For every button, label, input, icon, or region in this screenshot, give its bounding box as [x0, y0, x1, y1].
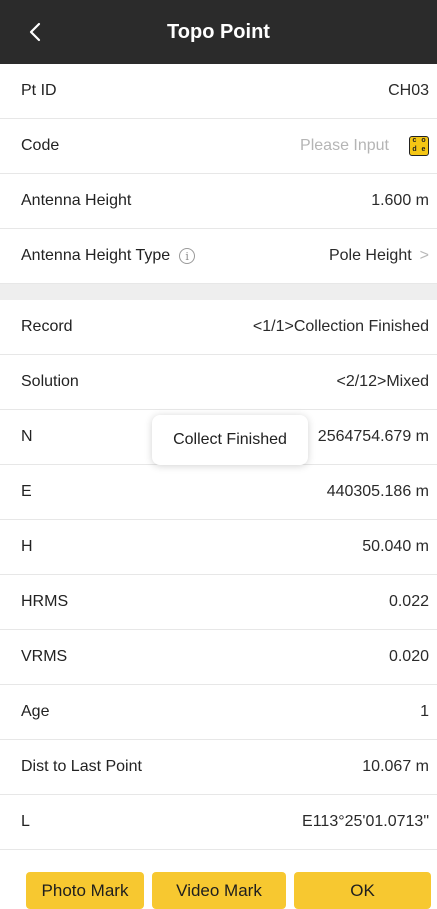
antenna-height-type-row[interactable]: Antenna Height Type i Pole Height > — [0, 229, 437, 284]
chevron-right-icon: > — [419, 247, 429, 264]
solution-value: <2/12>Mixed — [336, 373, 429, 390]
photo-mark-button[interactable]: Photo Mark — [26, 872, 144, 909]
antenna-height-type-label: Antenna Height Type — [21, 247, 171, 264]
e-value: 440305.186 m — [326, 483, 429, 500]
h-label: H — [21, 538, 33, 555]
page-title: Topo Point — [167, 20, 270, 43]
bottom-action-bar: Photo Mark Video Mark OK — [0, 872, 437, 909]
dist-last-row: Dist to Last Point 10.067 m — [0, 740, 437, 795]
info-icon[interactable]: i — [179, 248, 196, 264]
dist-last-label: Dist to Last Point — [21, 758, 142, 775]
vrms-label: VRMS — [21, 648, 68, 665]
back-button[interactable] — [20, 0, 50, 64]
solution-row: Solution <2/12>Mixed — [0, 355, 437, 410]
e-row: E 440305.186 m — [0, 465, 437, 520]
antenna-height-label: Antenna Height — [21, 192, 132, 209]
pt-id-label: Pt ID — [21, 82, 57, 99]
n-value: 2564754.679 m — [317, 428, 429, 445]
l-label: L — [21, 813, 30, 830]
hrms-value: 0.022 — [388, 593, 429, 610]
vrms-value: 0.020 — [388, 648, 429, 665]
code-label: Code — [21, 137, 60, 154]
vrms-row: VRMS 0.020 — [0, 630, 437, 685]
n-label: N — [21, 428, 33, 445]
record-label: Record — [21, 318, 73, 335]
l-value: E113°25'01.0713" — [302, 813, 429, 830]
h-row: H 50.040 m — [0, 520, 437, 575]
solution-label: Solution — [21, 373, 79, 390]
e-label: E — [21, 483, 32, 500]
record-row: Record <1/1>Collection Finished — [0, 300, 437, 355]
h-value: 50.040 m — [362, 538, 429, 555]
section-divider — [0, 284, 437, 300]
pt-id-row[interactable]: Pt ID CH03 — [0, 64, 437, 119]
age-label: Age — [21, 703, 50, 720]
record-value: <1/1>Collection Finished — [252, 318, 429, 335]
antenna-height-row[interactable]: Antenna Height 1.600 m — [0, 174, 437, 229]
video-mark-button[interactable]: Video Mark — [152, 872, 286, 909]
code-icon[interactable]: c o d e — [409, 136, 429, 156]
title-bar: Topo Point — [0, 0, 437, 64]
code-row[interactable]: Code Please Input c o d e — [0, 119, 437, 174]
l-row: L E113°25'01.0713" — [0, 795, 437, 850]
dist-last-value: 10.067 m — [362, 758, 429, 775]
antenna-height-value[interactable]: 1.600 m — [371, 192, 429, 210]
antenna-height-type-value[interactable]: Pole Height — [329, 247, 412, 265]
toast-message: Collect Finished — [152, 415, 308, 465]
age-row: Age 1 — [0, 685, 437, 740]
chevron-left-icon — [29, 22, 41, 42]
age-value: 1 — [420, 703, 429, 720]
ok-button[interactable]: OK — [294, 872, 431, 909]
hrms-label: HRMS — [21, 593, 69, 610]
code-input[interactable]: Please Input — [300, 137, 389, 155]
hrms-row: HRMS 0.022 — [0, 575, 437, 630]
pt-id-value[interactable]: CH03 — [388, 82, 429, 100]
